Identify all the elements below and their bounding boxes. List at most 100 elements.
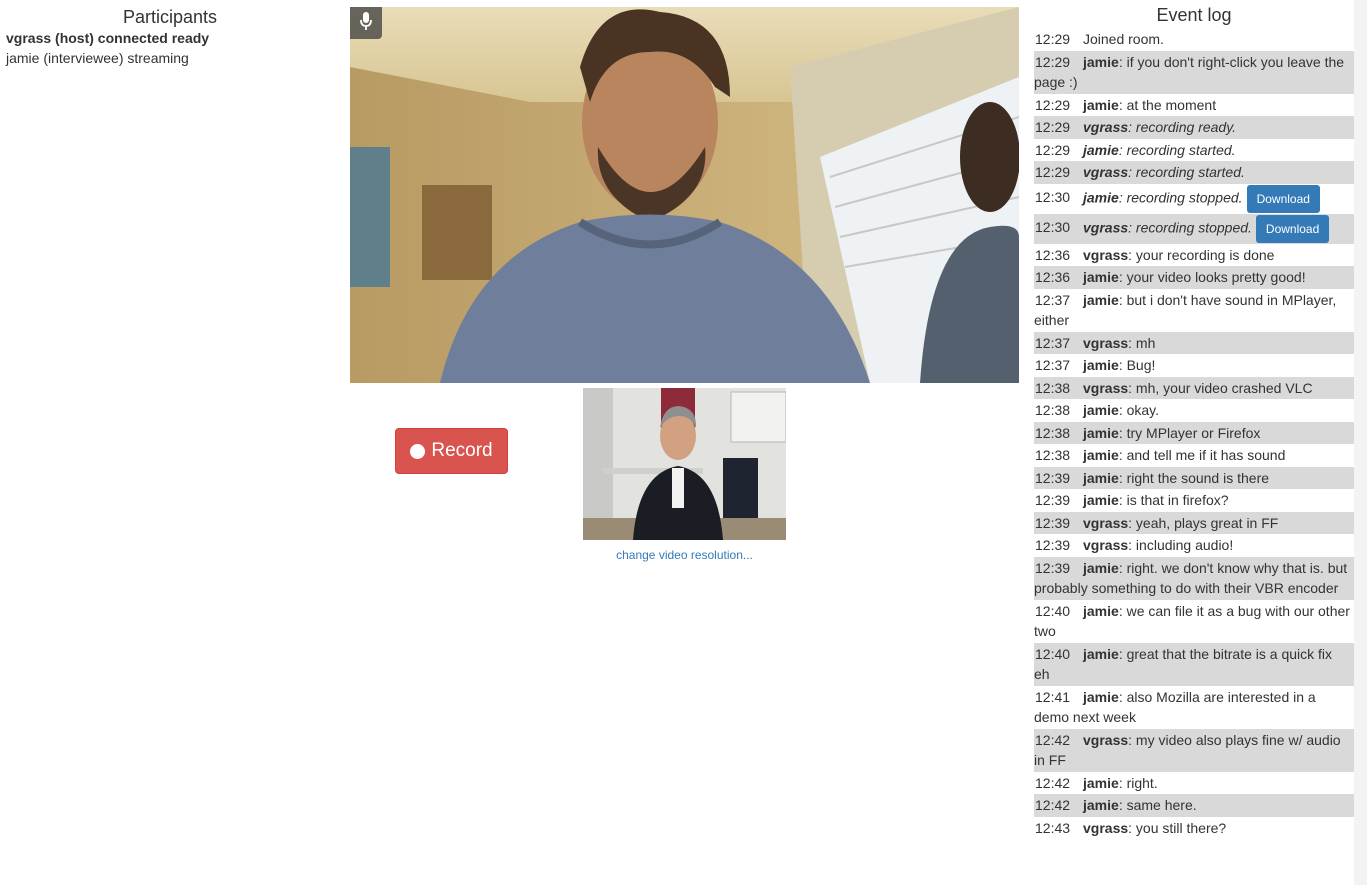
log-row: 12:42 jamie: same here.: [1034, 794, 1354, 817]
log-row: 12:39 jamie: right the sound is there: [1034, 466, 1354, 489]
log-message: : and tell me if it has sound: [1118, 447, 1286, 463]
event-log-list: 12:29 Joined room. 12:29 jamie: if you don'…: [1034, 28, 1354, 839]
log-row: 12:38 jamie: okay.: [1034, 399, 1354, 422]
log-time: 12:42: [1035, 774, 1071, 791]
microphone-toggle-button[interactable]: [350, 7, 382, 39]
log-row: 12:38 jamie: and tell me if it has sound: [1034, 444, 1354, 467]
log-row: 12:39 jamie: right. we don't know why tha…: [1034, 556, 1354, 600]
log-message: : your video looks pretty good!: [1118, 269, 1306, 285]
log-row: 12:42 vgrass: my video also plays fine w/…: [1034, 728, 1354, 772]
log-user: jamie: [1083, 688, 1119, 705]
log-user: jamie: [1083, 402, 1119, 418]
log-row: 12:29 jamie: at the moment: [1034, 94, 1354, 117]
download-button[interactable]: Download: [1246, 184, 1320, 213]
log-time: 12:40: [1035, 645, 1071, 662]
log-user: jamie: [1083, 96, 1119, 113]
log-row: 12:37 jamie: but i don't have sound in MP…: [1034, 289, 1354, 332]
participant-list: vgrass (host) connected ready jamie (inte…: [0, 28, 340, 68]
log-time: 12:29: [1035, 119, 1071, 135]
microphone-icon: [359, 11, 373, 36]
log-user: jamie: [1083, 492, 1119, 508]
remote-video: [350, 7, 1019, 383]
log-message: : recording stopped.: [1128, 219, 1252, 236]
record-button[interactable]: Record: [395, 428, 508, 474]
log-time: 12:30: [1035, 189, 1071, 206]
log-time: 12:37: [1035, 334, 1071, 351]
log-user: jamie: [1083, 559, 1119, 576]
log-time: 12:37: [1035, 291, 1071, 308]
log-time: 12:29: [1035, 31, 1071, 47]
log-user: jamie: [1083, 602, 1119, 619]
log-user: vgrass: [1083, 219, 1129, 236]
participants-panel: Participants vgrass (host) connected rea…: [0, 0, 340, 68]
log-row: 12:43 vgrass: you still there?: [1034, 817, 1354, 840]
log-message: : same here.: [1118, 797, 1197, 813]
log-time: 12:38: [1035, 424, 1071, 441]
log-user: vgrass: [1083, 334, 1129, 351]
log-row: 12:39 vgrass: including audio!: [1034, 534, 1354, 557]
log-user: jamie: [1083, 469, 1119, 486]
log-user: jamie: [1083, 53, 1119, 70]
log-user: vgrass: [1083, 819, 1129, 836]
record-dot-icon: [410, 443, 426, 459]
log-time: 12:39: [1035, 559, 1071, 576]
log-user: jamie: [1083, 291, 1119, 308]
local-video: [583, 388, 786, 540]
log-user: jamie: [1083, 447, 1119, 463]
log-row: 12:36 vgrass: your recording is done: [1034, 244, 1354, 267]
log-row: 12:40 jamie: great that the bitrate is a …: [1034, 642, 1354, 686]
log-message: : at the moment: [1118, 96, 1217, 113]
download-button[interactable]: Download: [1255, 214, 1330, 243]
log-row: 12:37 vgrass: mh: [1034, 331, 1354, 354]
log-time: 12:41: [1035, 688, 1071, 705]
log-time: 12:29: [1035, 96, 1071, 113]
log-time: 12:30: [1035, 219, 1071, 236]
log-row: 12:29 jamie: recording started.: [1034, 139, 1354, 162]
log-message: : right.: [1118, 774, 1158, 791]
change-resolution-link[interactable]: change video resolution...: [583, 548, 786, 562]
log-time: 12:36: [1035, 246, 1071, 263]
log-message: : recording started.: [1128, 164, 1245, 180]
log-message: : including audio!: [1128, 537, 1234, 553]
log-message: : is that in firefox?: [1118, 492, 1229, 508]
log-time: 12:42: [1035, 797, 1071, 813]
participants-title: Participants: [122, 7, 218, 27]
log-message: : mh, your video crashed VLC: [1128, 379, 1313, 396]
log-row: 12:42 jamie: right.: [1034, 772, 1354, 795]
log-row: 12:40 jamie: we can file it as a bug with…: [1034, 600, 1354, 643]
log-time: 12:39: [1035, 514, 1071, 531]
participant-item: vgrass (host) connected ready: [6, 30, 210, 46]
log-message: : right the sound is there: [1118, 469, 1270, 486]
log-message: : recording ready.: [1128, 119, 1237, 135]
log-message: : you still there?: [1128, 819, 1227, 836]
log-user: jamie: [1083, 797, 1119, 813]
log-time: 12:40: [1035, 602, 1071, 619]
log-user: jamie: [1083, 357, 1119, 373]
log-message: : recording started.: [1118, 141, 1236, 158]
log-row: 12:37 jamie: Bug!: [1034, 354, 1354, 377]
log-user: vgrass: [1083, 514, 1129, 531]
log-time: 12:29: [1035, 141, 1071, 158]
log-user: vgrass: [1083, 731, 1129, 748]
log-time: 12:38: [1035, 447, 1071, 463]
log-time: 12:38: [1035, 402, 1071, 418]
log-row: 12:39 vgrass: yeah, plays great in FF: [1034, 511, 1354, 534]
log-row: 12:29 vgrass: recording started.: [1034, 161, 1354, 184]
log-message: : okay.: [1118, 402, 1160, 418]
log-time: 12:38: [1035, 379, 1071, 396]
log-message: : mh: [1128, 334, 1156, 351]
log-message: : Bug!: [1118, 357, 1156, 373]
log-time: 12:39: [1035, 469, 1071, 486]
log-message: : yeah, plays great in FF: [1128, 514, 1279, 531]
log-user: jamie: [1083, 424, 1119, 441]
log-user: jamie: [1083, 269, 1119, 285]
local-video-frame: [583, 388, 786, 540]
log-user: vgrass: [1083, 246, 1129, 263]
log-user: vgrass: [1083, 164, 1129, 180]
scrollbar[interactable]: [1354, 0, 1367, 885]
log-row: 12:30 vgrass: recording stopped. Download: [1034, 213, 1354, 244]
participant-item: jamie (interviewee) streaming: [6, 50, 189, 66]
record-button-label: Record: [431, 440, 493, 461]
log-row: 12:30 jamie: recording stopped. Download: [1034, 184, 1354, 214]
log-time: 12:29: [1035, 53, 1071, 70]
